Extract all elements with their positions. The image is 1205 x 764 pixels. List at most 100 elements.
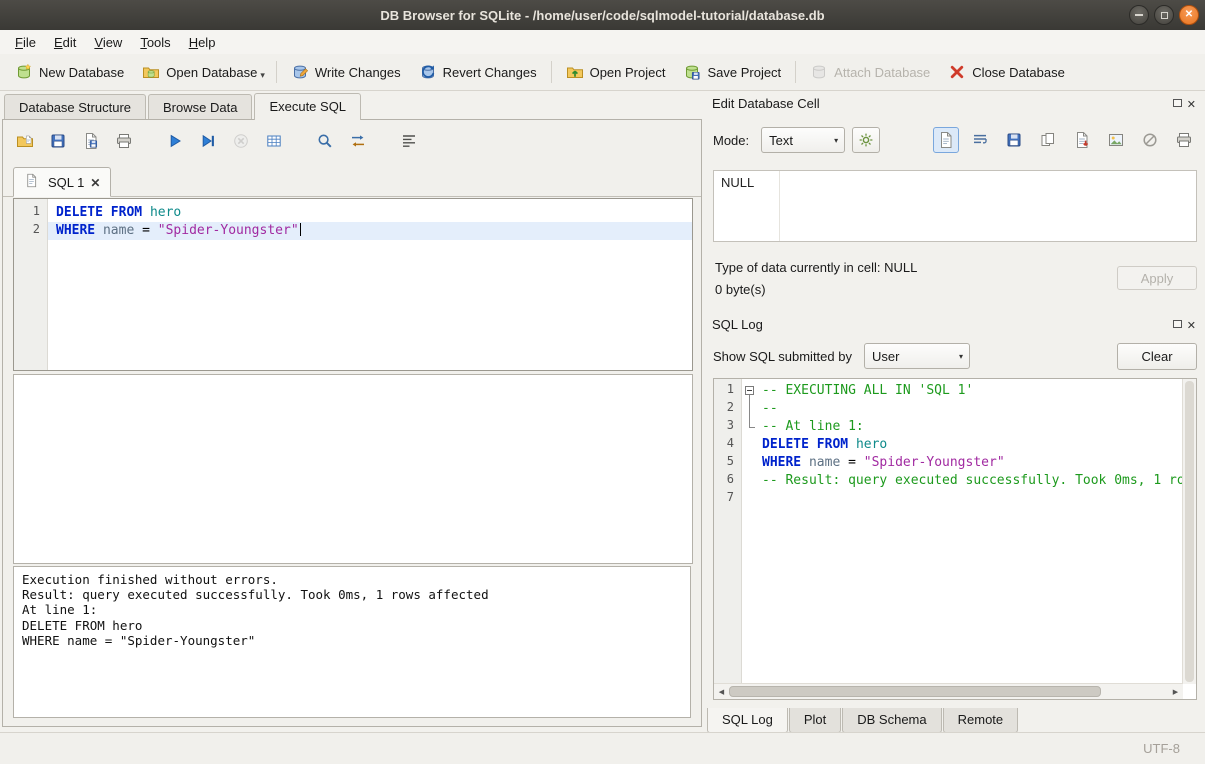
clear-button-label: Clear (1141, 349, 1172, 364)
menu-help[interactable]: Help (180, 32, 225, 53)
dock-tab-remote[interactable]: Remote (943, 708, 1019, 733)
scroll-right-icon[interactable] (1168, 688, 1183, 696)
open-project-icon (566, 63, 584, 81)
text-mode-button[interactable] (933, 127, 959, 153)
submitter-select[interactable]: User (864, 343, 970, 369)
main-tab-bar: Database StructureBrowse DataExecute SQL (2, 92, 702, 119)
encoding-indicator[interactable]: UTF-8 (1143, 741, 1180, 756)
fold-marker (742, 490, 757, 508)
menu-view[interactable]: View (85, 32, 131, 53)
format-text-icon (400, 132, 418, 150)
cell-settings-button[interactable] (852, 127, 880, 153)
close-dock-icon[interactable] (1187, 96, 1196, 111)
dock-tab-plot[interactable]: Plot (789, 708, 841, 733)
tab-browse-data[interactable]: Browse Data (148, 94, 252, 119)
set-null-button[interactable] (1137, 127, 1163, 153)
save-project-button[interactable]: Save Project (674, 58, 790, 86)
minimize-icon[interactable] (1129, 5, 1149, 25)
undock-icon[interactable] (1173, 99, 1182, 107)
execute-current-line-button[interactable] (196, 129, 220, 153)
output-line: WHERE name = "Spider-Youngster" (22, 633, 682, 648)
menu-file[interactable]: File (6, 32, 45, 53)
sql-editor[interactable]: 12 DELETE FROM heroWHERE name = "Spider-… (13, 198, 693, 371)
menu-bar: FileEditViewToolsHelp (0, 30, 1205, 55)
execute-all-button[interactable] (163, 129, 187, 153)
open-sql-file-button[interactable] (13, 129, 37, 153)
set-null-icon (1141, 131, 1159, 149)
status-bar: UTF-8 (0, 732, 1205, 764)
code-line: DELETE FROM hero (48, 204, 692, 222)
execute-sql-panel: SQL 1 12 DELETE FROM heroWHERE name = "S… (2, 119, 702, 727)
scroll-left-icon[interactable] (714, 688, 729, 696)
scrollbar-thumb[interactable] (729, 686, 1101, 697)
code-token: -- (762, 401, 778, 416)
right-pane: Edit Database Cell Mode: Text NULL Type … (707, 90, 1205, 733)
window-title: DB Browser for SQLite - /home/user/code/… (380, 8, 824, 23)
save-results-icon (82, 132, 100, 150)
write-changes-button[interactable]: Write Changes (282, 58, 410, 86)
open-project-button[interactable]: Open Project (557, 58, 675, 86)
image-button[interactable] (1103, 127, 1129, 153)
close-tab-icon[interactable] (90, 175, 100, 190)
save-results-button[interactable] (79, 129, 103, 153)
close-database-icon (948, 63, 966, 81)
save-button[interactable] (1001, 127, 1027, 153)
attach-database-icon (810, 63, 828, 81)
horizontal-scrollbar[interactable] (714, 683, 1183, 699)
toolbar-button-label: Close Database (972, 65, 1065, 80)
code-token: -- EXECUTING ALL IN 'SQL 1' (762, 383, 973, 398)
fold-marker (742, 436, 757, 454)
cell-edit-area[interactable] (780, 171, 1196, 241)
print-button[interactable] (112, 129, 136, 153)
mode-select[interactable]: Text (761, 127, 845, 153)
tab-database-structure[interactable]: Database Structure (4, 94, 146, 119)
open-database-dropdown-arrow[interactable] (260, 62, 271, 83)
line-number: 2 (14, 222, 47, 240)
revert-changes-button[interactable]: Revert Changes (410, 58, 546, 86)
sql-doc-tab[interactable]: SQL 1 (13, 167, 111, 197)
fold-marker[interactable] (742, 382, 757, 400)
open-database-button[interactable]: Open Database (133, 58, 266, 86)
scrollbar-thumb[interactable] (1185, 381, 1194, 682)
sql-log-view[interactable]: 1234567 -- EXECUTING ALL IN 'SQL 1'---- … (713, 378, 1197, 700)
new-database-button[interactable]: New Database (6, 58, 133, 86)
undock-icon[interactable] (1173, 320, 1182, 328)
export-table-button[interactable] (262, 129, 286, 153)
close-dock-icon[interactable] (1187, 317, 1196, 332)
line-number: 5 (714, 454, 741, 472)
copy-button[interactable] (1035, 127, 1061, 153)
save-sql-file-button[interactable] (46, 129, 70, 153)
print-button[interactable] (1171, 127, 1197, 153)
toolbar-button-label: Attach Database (834, 65, 930, 80)
code-token: DELETE (56, 205, 103, 220)
toolbar-separator (276, 61, 277, 83)
settings-icon (857, 131, 875, 149)
code-token: hero (856, 437, 887, 452)
code-token (848, 437, 856, 452)
vertical-scrollbar[interactable] (1182, 379, 1196, 684)
tab-execute-sql[interactable]: Execute SQL (254, 93, 361, 120)
dock-tab-sql-log[interactable]: SQL Log (707, 708, 788, 733)
close-icon[interactable] (1179, 5, 1199, 25)
dock-tab-bar: SQL LogPlotDB SchemaRemote (707, 708, 1019, 733)
editor-code-area[interactable]: DELETE FROM heroWHERE name = "Spider-You… (48, 199, 692, 370)
format-text-button[interactable] (397, 129, 421, 153)
cell-value-editor[interactable]: NULL (713, 170, 1197, 242)
execution-output: Execution finished without errors.Result… (13, 566, 691, 718)
export-button[interactable] (1069, 127, 1095, 153)
fold-marker (742, 454, 757, 472)
word-wrap-button[interactable] (967, 127, 993, 153)
line-number: 1 (14, 204, 47, 222)
close-database-button[interactable]: Close Database (939, 58, 1074, 86)
replace-button[interactable] (346, 129, 370, 153)
line-number: 4 (714, 436, 741, 454)
filter-label: Show SQL submitted by (713, 349, 852, 364)
clear-button[interactable]: Clear (1117, 343, 1197, 370)
dock-tab-db-schema[interactable]: DB Schema (842, 708, 941, 733)
find-button[interactable] (313, 129, 337, 153)
maximize-icon[interactable] (1154, 5, 1174, 25)
menu-tools[interactable]: Tools (131, 32, 179, 53)
results-grid[interactable] (13, 374, 693, 564)
find-icon (316, 132, 334, 150)
menu-edit[interactable]: Edit (45, 32, 85, 53)
